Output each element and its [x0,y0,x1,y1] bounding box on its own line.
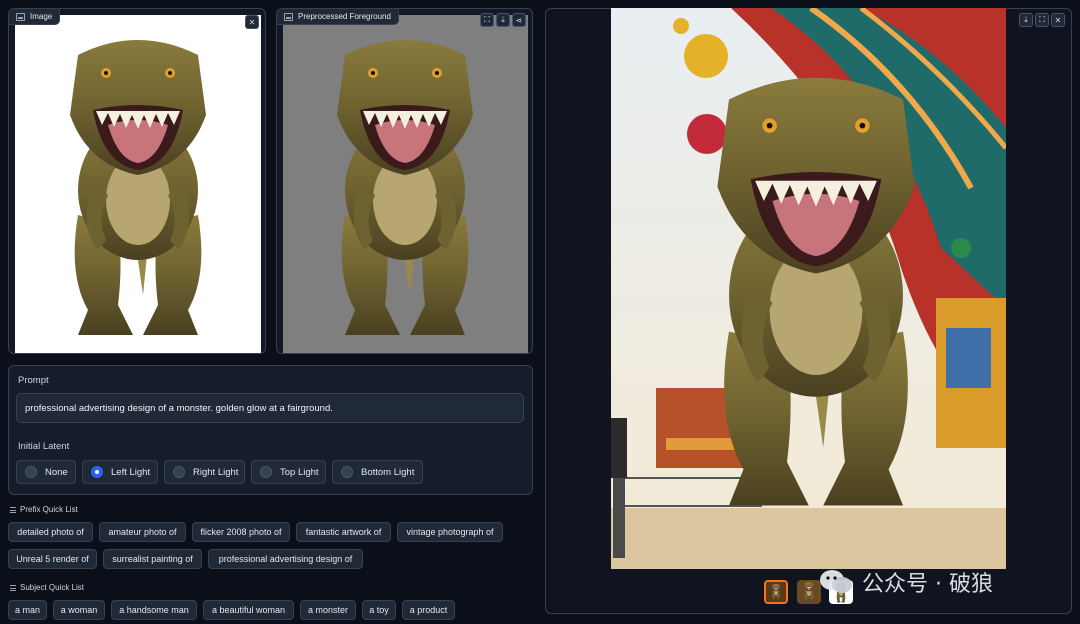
download-icon[interactable]: ⤓ [1019,13,1033,27]
radio-none[interactable]: None [16,460,76,484]
prefix-chip[interactable]: vintage photograph of [397,522,503,542]
prefix-chip[interactable]: Unreal 5 render of [8,549,97,569]
radio-dot-selected [91,466,103,478]
prefix-chip[interactable]: amateur photo of [99,522,186,542]
radio-dot [260,466,272,478]
subject-chip[interactable]: a monster [300,600,356,620]
prefix-chip[interactable]: professional advertising design of [208,549,363,569]
radio-dot [173,466,185,478]
preprocessed-image [283,15,528,353]
subject-chip[interactable]: a beautiful woman [203,600,294,620]
list-icon [10,584,16,591]
radio-top-light[interactable]: Top Light [251,460,326,484]
output-image[interactable] [611,8,1006,569]
prefix-chip[interactable]: surrealist painting of [103,549,202,569]
subject-chip[interactable]: a handsome man [111,600,197,620]
share-icon[interactable]: ⋖ [512,13,526,27]
radio-right-light[interactable]: Right Light [164,460,245,484]
input-image-panel: Image ✕ [8,8,266,354]
radio-dot [25,466,37,478]
subject-quick-list-heading: Subject Quick List [10,583,84,592]
download-icon[interactable]: ⤓ [496,13,510,27]
thumbnail-1[interactable] [764,580,788,604]
dinosaur-image [70,40,206,335]
preprocessed-foreground-panel: Preprocessed Foreground ⛶ ⤓ ⋖ [276,8,533,354]
close-icon[interactable]: ✕ [245,15,259,29]
prefix-chip[interactable]: fantastic artwork of [296,522,391,542]
wechat-icon [820,570,852,593]
fullscreen-icon[interactable]: ⛶ [480,13,494,27]
watermark-text: 公众号 · 破狼 [862,572,993,597]
subject-chip[interactable]: a product [402,600,455,620]
radio-dot [341,466,353,478]
prompt-input[interactable]: professional advertising design of a mon… [16,393,524,423]
prefix-chip[interactable]: flicker 2008 photo of [192,522,290,542]
list-icon [10,506,16,513]
radio-bottom-light[interactable]: Bottom Light [332,460,423,484]
input-image[interactable] [15,15,261,353]
image-icon [284,12,293,21]
fullscreen-icon[interactable]: ⛶ [1035,13,1049,27]
subject-chip[interactable]: a toy [362,600,396,620]
subject-chip[interactable]: a woman [53,600,105,620]
preprocessed-foreground-label: Preprocessed Foreground [277,9,399,25]
thumbnail-image [766,582,786,602]
dinosaur-foreground-image [337,40,473,335]
fairground-dinosaur-image [611,8,1006,569]
close-icon[interactable]: ✕ [1051,13,1065,27]
watermark: 公众号 · 破狼 [818,566,993,598]
prefix-quick-list-heading: Prefix Quick List [10,505,78,514]
image-icon [16,12,25,21]
initial-latent-label: Initial Latent [18,441,70,452]
subject-chip[interactable]: a man [8,600,47,620]
prefix-chip[interactable]: detailed photo of [8,522,93,542]
prompt-label: Prompt [18,375,49,386]
input-image-label: Image [9,9,61,25]
radio-left-light[interactable]: Left Light [82,460,158,484]
